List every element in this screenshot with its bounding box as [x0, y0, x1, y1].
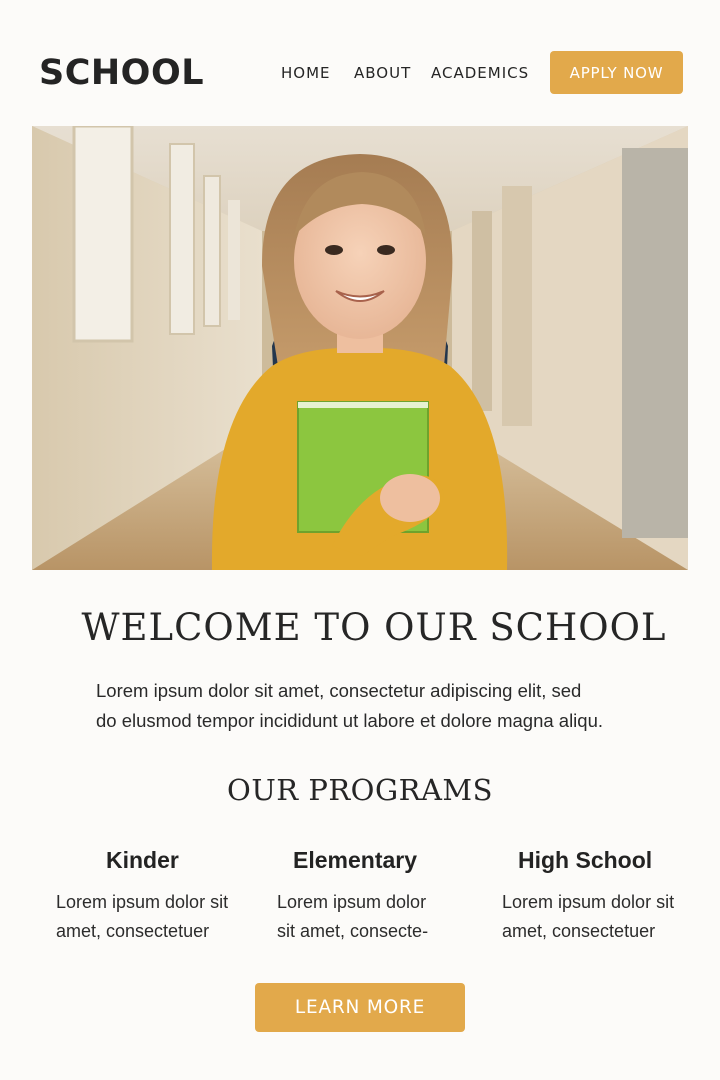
program-description-line: sit amet, consecte-	[277, 921, 429, 941]
welcome-text: Lorem ipsum dolor sit amet, consectetur …	[96, 676, 656, 736]
program-description-line: Lorem ipsum dolor sit	[56, 892, 229, 912]
nav-about[interactable]: ABOUT	[354, 63, 411, 83]
program-description: Lorem ipsum dolor sit amet, consectetuer	[56, 888, 246, 946]
program-description-line: Lorem ipsum dolor	[277, 892, 427, 912]
program-description-line: amet, consectetuer	[502, 921, 656, 941]
welcome-text-line: Lorem ipsum dolor sit amet, consectetur …	[96, 680, 582, 701]
program-name: Kinder	[106, 847, 179, 873]
welcome-text-line: do elusmod tempor incididunt ut labore e…	[96, 710, 604, 731]
program-high-school: High School Lorem ipsum dolor sit amet, …	[502, 842, 692, 946]
hero-illustration	[32, 126, 688, 570]
site-header: SCHOOL HOME ABOUT ACADEMICS APPLY NOW	[0, 0, 720, 126]
site-logo[interactable]: SCHOOL	[39, 52, 204, 94]
nav-home[interactable]: HOME	[281, 63, 331, 83]
hero-image	[32, 126, 688, 570]
nav-academics[interactable]: ACADEMICS	[431, 63, 529, 83]
program-description-line: Lorem ipsum dolor sit	[502, 892, 675, 912]
program-elementary: Elementary Lorem ipsum dolor sit amet, c…	[277, 842, 447, 946]
program-name: Elementary	[293, 847, 418, 873]
program-description: Lorem ipsum dolor sit amet, consectetuer	[502, 888, 692, 946]
program-description: Lorem ipsum dolor sit amet, consecte-	[277, 888, 447, 946]
programs-title: OUR PROGRAMS	[227, 773, 493, 807]
program-name: High School	[518, 847, 653, 873]
program-kinder: Kinder Lorem ipsum dolor sit amet, conse…	[56, 842, 246, 946]
apply-now-button[interactable]: APPLY NOW	[550, 51, 683, 94]
program-description-line: amet, consectetuer	[56, 921, 210, 941]
learn-more-button[interactable]: LEARN MORE	[255, 983, 465, 1032]
welcome-title: WELCOME TO OUR SCHOOL	[81, 606, 667, 649]
